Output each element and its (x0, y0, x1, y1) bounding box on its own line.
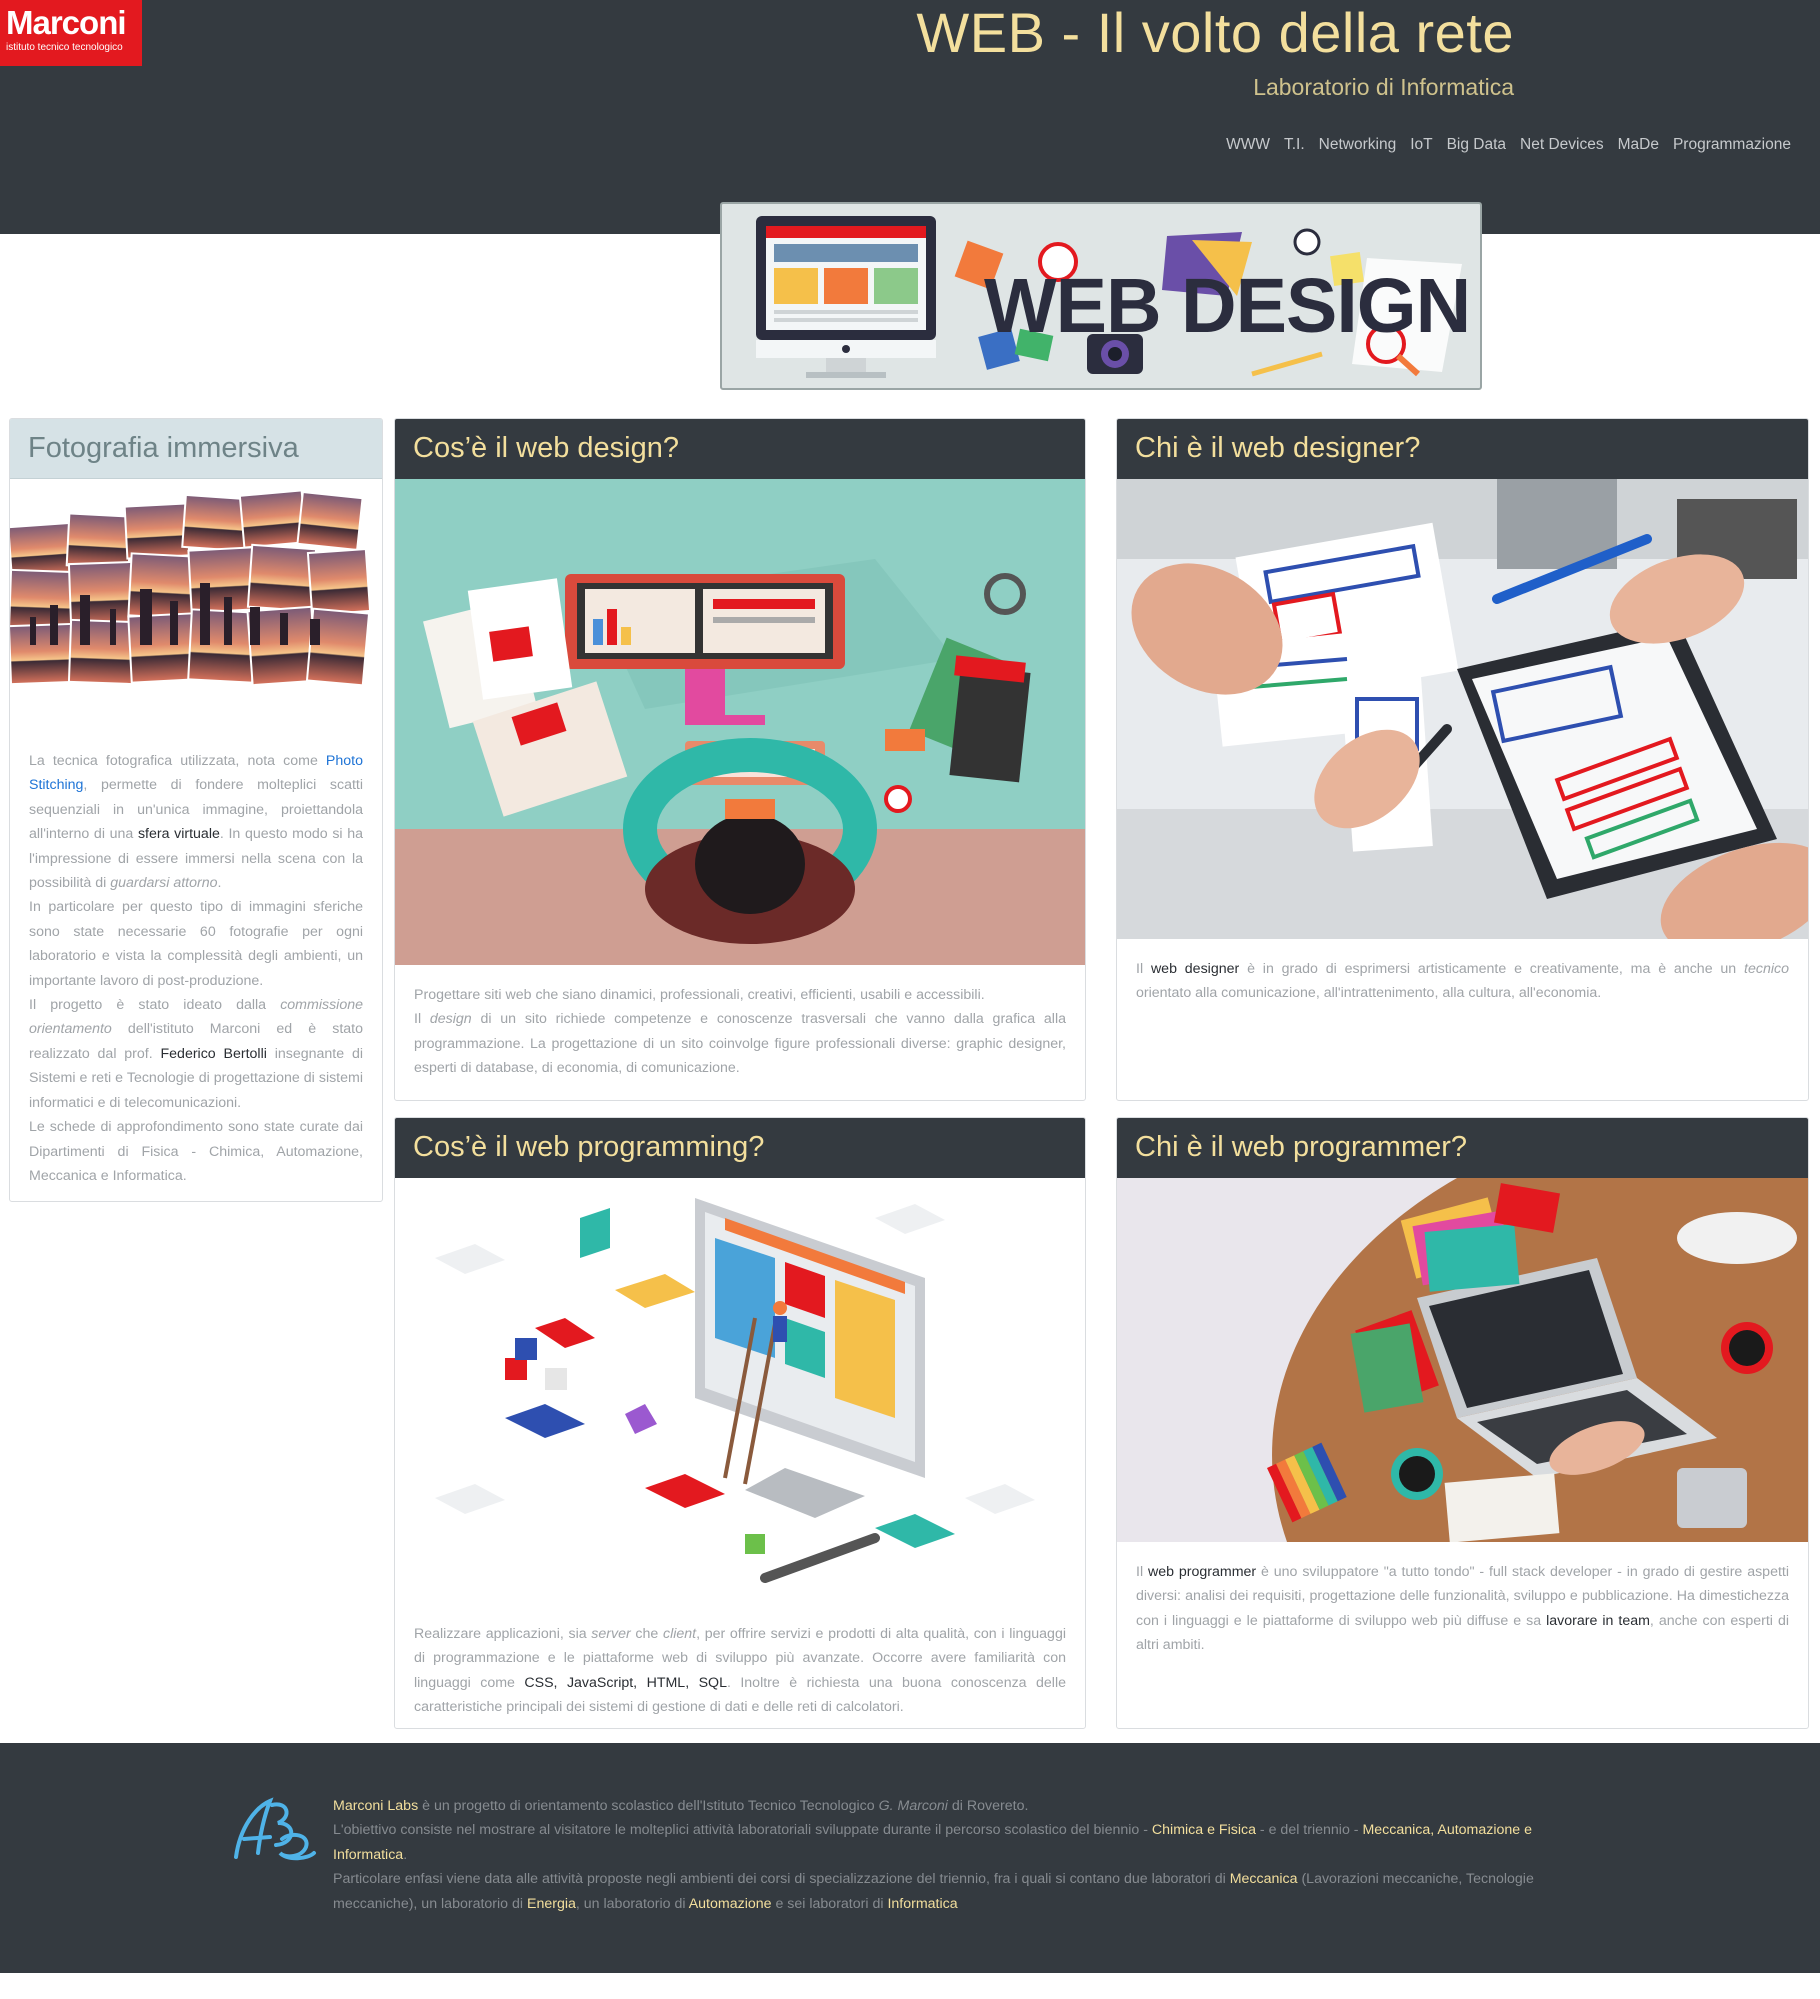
web-programmer-desk-photo (1117, 1178, 1808, 1542)
marconi-labs-text: Marconi Labs (333, 1798, 419, 1814)
photo-card: Fotografia immersiva La tecnica fotograf… (9, 418, 383, 1202)
nav-item-programmazione[interactable]: Programmazione (1666, 136, 1798, 154)
photo-card-paragraph: Il progetto è stato ideato dalla commiss… (29, 993, 363, 1115)
web-programming-card: Cos’è il web programming? Realizzare app… (394, 1117, 1086, 1729)
text-span: La tecnica fotografica utilizzata, nota … (29, 753, 326, 769)
web-design-paragraph: Il design di un sito richiede competenze… (414, 1007, 1066, 1080)
text-span: . (217, 875, 222, 892)
text-span: è in grado di esprimersi artisticamente … (1239, 961, 1745, 977)
federico-bertolli-text: Federico Bertolli (160, 1045, 267, 1062)
automazione-text: Automazione (688, 1895, 772, 1912)
text-span: di un sito richiede competenze e conosce… (414, 1011, 1066, 1077)
tecnico-text: tecnico (1744, 961, 1789, 977)
page-subtitle: Laboratorio di Informatica (1253, 74, 1514, 100)
web-design-paragraph: Progettare siti web che siano dinamici, … (414, 987, 985, 1003)
nav-item-big-data[interactable]: Big Data (1440, 136, 1513, 154)
web-programmer-paragraph: Il web programmer è uno sviluppatore "a … (1136, 1560, 1789, 1658)
nav-item-iot[interactable]: IoT (1403, 136, 1439, 154)
chimica-fisica-text: Chimica e Fisica (1151, 1822, 1256, 1839)
text-span: che (630, 1626, 663, 1642)
footer-line: Marconi Labs è un progetto di orientamen… (333, 1794, 1595, 1818)
web-programming-illustration (395, 1178, 1085, 1598)
text-span: , un laboratorio di (575, 1895, 689, 1912)
text-span: di Rovereto. (947, 1798, 1029, 1814)
web-programmer-card: Chi è il web programmer? Il web programm… (1116, 1117, 1809, 1729)
photo-card-title: Fotografia immersiva (10, 419, 382, 479)
banner-text: WEB DESIGN (984, 263, 1471, 349)
page-title: WEB - Il volto della rete (916, 1, 1514, 64)
lavorare-in-team-text: lavorare in team (1546, 1612, 1650, 1629)
web-designer-text: web designer (1150, 961, 1240, 977)
text-span: è un progetto di orientamento scolastico… (418, 1798, 879, 1814)
nav-item-net-devices[interactable]: Net Devices (1513, 136, 1611, 154)
photo-card-paragraph: La tecnica fotografica utilizzata, nota … (29, 749, 363, 895)
site-header: Marconi istituto tecnico tecnologico WEB… (0, 0, 1820, 234)
web-programming-card-title: Cos’è il web programming? (395, 1118, 1085, 1178)
text-span: . (403, 1846, 408, 1863)
text-span: Realizzare applicazioni, sia (414, 1626, 592, 1642)
text-span: Il (1136, 961, 1151, 977)
footer-line: L'obiettivo consiste nel mostrare al vis… (333, 1818, 1595, 1867)
energia-text: Energia (527, 1895, 576, 1912)
nav-item-ti[interactable]: T.I. (1277, 136, 1312, 154)
photo-card-paragraph: Le schede di approfondimento sono state … (29, 1119, 363, 1184)
web-design-card: Cos’è il web design? Progettare siti web… (394, 418, 1086, 1101)
school-name-text: G. Marconi (878, 1798, 948, 1814)
client-text: client (662, 1626, 697, 1642)
web-designer-paragraph: Il web designer è in grado di esprimersi… (1136, 957, 1789, 1006)
main-nav: WWW T.I. Networking IoT Big Data Net Dev… (1219, 136, 1798, 154)
design-text: design (429, 1011, 472, 1028)
marconi-labs-logo-icon[interactable] (226, 1787, 318, 1867)
server-text: server (591, 1626, 631, 1642)
logo-subtitle: istituto tecnico tecnologico (6, 42, 123, 53)
text-span: orientato alla comunicazione, all'intrat… (1136, 985, 1602, 1002)
sfera-virtuale-text: sfera virtuale (137, 826, 220, 843)
web-design-banner: WEB DESIGN (720, 202, 1482, 390)
site-footer: Marconi Labs è un progetto di orientamen… (0, 1743, 1820, 1973)
text-span: Particolare enfasi viene data alle attiv… (333, 1871, 1230, 1888)
text-span: Il (1136, 1564, 1148, 1580)
web-designer-card-body: Il web designer è in grado di esprimersi… (1117, 957, 1808, 1006)
meccanica-text: Meccanica (1229, 1871, 1298, 1888)
stitched-panorama-image (10, 489, 372, 687)
wireframe-sketch-photo (1117, 479, 1808, 939)
text-span: e sei laboratori di (771, 1895, 888, 1912)
photo-card-paragraph: In particolare per questo tipo di immagi… (29, 899, 363, 989)
nav-item-made[interactable]: MaDe (1611, 136, 1666, 154)
languages-text: CSS, JavaScript, HTML, SQL (524, 1674, 727, 1691)
web-design-card-title: Cos’è il web design? (395, 419, 1085, 479)
text-span: - e del triennio - (1255, 1822, 1363, 1839)
informatica-text: Informatica (887, 1895, 958, 1912)
text-span: L'obiettivo consiste nel mostrare al vis… (333, 1822, 1152, 1839)
web-programming-card-body: Realizzare applicazioni, sia server che … (395, 1622, 1085, 1720)
nav-item-networking[interactable]: Networking (1312, 136, 1404, 154)
guardarsi-attorno-text: guardarsi attorno (110, 875, 218, 892)
marconi-logo[interactable]: Marconi istituto tecnico tecnologico (0, 0, 142, 66)
web-design-illustration (395, 479, 1085, 965)
text-span: Il progetto è stato ideato dalla (29, 997, 281, 1014)
web-design-card-body: Progettare siti web che siano dinamici, … (395, 983, 1085, 1081)
web-programmer-card-body: Il web programmer è uno sviluppatore "a … (1117, 1560, 1808, 1658)
logo-name: Marconi (6, 4, 127, 41)
web-designer-card-title: Chi è il web designer? (1117, 419, 1808, 479)
web-programmer-text: web programmer (1147, 1564, 1257, 1580)
web-programming-paragraph: Realizzare applicazioni, sia server che … (414, 1622, 1066, 1720)
footer-line: Particolare enfasi viene data alle attiv… (333, 1867, 1595, 1916)
footer-text: Marconi Labs è un progetto di orientamen… (333, 1794, 1595, 1916)
nav-item-www[interactable]: WWW (1219, 136, 1277, 154)
web-programmer-card-title: Chi è il web programmer? (1117, 1118, 1808, 1178)
web-designer-card: Chi è il web designer? Il web designer è… (1116, 418, 1809, 1101)
photo-card-body: La tecnica fotografica utilizzata, nota … (10, 749, 382, 1188)
text-span: Il (414, 1011, 430, 1028)
